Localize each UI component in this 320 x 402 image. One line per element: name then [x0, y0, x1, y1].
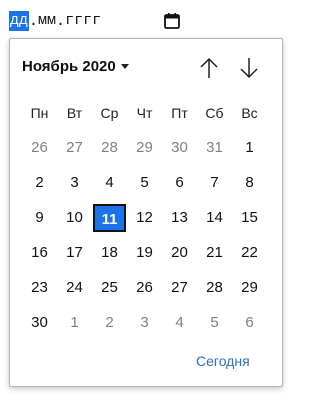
weekday-label: Вс	[241, 105, 258, 121]
weekday-label: Сб	[205, 105, 224, 121]
arrow-up-icon	[200, 57, 218, 78]
day-cell[interactable]: 21	[197, 239, 232, 267]
day-cell[interactable]: 8	[232, 169, 267, 197]
day-cell[interactable]: 6	[232, 309, 267, 337]
year-segment[interactable]: гггг	[65, 11, 101, 31]
day-cell[interactable]: 28	[197, 274, 232, 302]
day-cell[interactable]: 16	[22, 239, 57, 267]
day-cell[interactable]: 30	[22, 309, 57, 337]
day-cell[interactable]: 27	[57, 134, 92, 162]
day-cell[interactable]: 3	[57, 169, 92, 197]
day-cell[interactable]: 19	[127, 239, 162, 267]
day-cell[interactable]: 4	[162, 309, 197, 337]
next-month-button[interactable]	[237, 55, 261, 81]
day-cell[interactable]: 3	[127, 309, 162, 337]
day-cell[interactable]: 29	[127, 134, 162, 162]
day-cell[interactable]: 29	[232, 274, 267, 302]
caret-down-icon	[120, 64, 129, 69]
month-year-selector[interactable]: Ноябрь 2020	[22, 58, 129, 75]
calendar-popup: Ноябрь 2020 Пн Вт Ср Чт Пт Сб Вс 26 27 2…	[9, 38, 283, 387]
day-cell[interactable]: 6	[162, 169, 197, 197]
day-cell[interactable]: 31	[197, 134, 232, 162]
day-cell[interactable]: 10	[57, 204, 92, 232]
day-cell[interactable]: 28	[92, 134, 127, 162]
day-cell[interactable]: 7	[197, 169, 232, 197]
day-cell[interactable]: 1	[57, 309, 92, 337]
day-cell[interactable]: 30	[162, 134, 197, 162]
day-cell[interactable]: 9	[22, 204, 57, 232]
day-cell[interactable]: 23	[22, 274, 57, 302]
day-cell[interactable]: 26	[127, 274, 162, 302]
day-cell[interactable]: 2	[92, 309, 127, 337]
calendar-icon[interactable]	[163, 12, 181, 30]
day-cell[interactable]: 24	[57, 274, 92, 302]
day-cell[interactable]: 26	[22, 134, 57, 162]
month-segment[interactable]: мм	[38, 11, 56, 31]
day-cell[interactable]: 1	[232, 134, 267, 162]
day-cell[interactable]: 5	[127, 169, 162, 197]
day-cell[interactable]: 20	[162, 239, 197, 267]
day-cell[interactable]: 12	[127, 204, 162, 232]
day-cell[interactable]: 2	[22, 169, 57, 197]
calendar-week: 16 17 18 19 20 21 22	[22, 239, 267, 267]
calendar-week: 9 10 11 12 13 14 15	[22, 204, 267, 232]
weekday-label: Чт	[136, 105, 153, 121]
day-cell[interactable]: 22	[232, 239, 267, 267]
date-separator: .	[29, 12, 39, 30]
selected-day-cell[interactable]: 11	[93, 204, 126, 232]
weekday-header: Пн Вт Ср Чт Пт Сб Вс	[22, 105, 267, 123]
calendar-week: 2 3 4 5 6 7 8	[22, 169, 267, 197]
date-separator: .	[56, 12, 66, 30]
today-button[interactable]: Сегодня	[196, 353, 250, 369]
weekday-label: Ср	[100, 105, 119, 121]
weekday-label: Вт	[66, 105, 83, 121]
day-cell[interactable]: 18	[92, 239, 127, 267]
day-cell[interactable]: 27	[162, 274, 197, 302]
day-cell[interactable]: 25	[92, 274, 127, 302]
calendar-week: 30 1 2 3 4 5 6	[22, 309, 267, 337]
day-cell[interactable]: 14	[197, 204, 232, 232]
day-cell[interactable]: 5	[197, 309, 232, 337]
weekday-label: Пт	[171, 105, 188, 121]
day-cell[interactable]: 4	[92, 169, 127, 197]
month-year-label: Ноябрь 2020	[22, 58, 116, 75]
day-cell[interactable]: 13	[162, 204, 197, 232]
calendar-week: 26 27 28 29 30 31 1	[22, 134, 267, 162]
weekday-label: Пн	[30, 105, 49, 121]
calendar-week: 23 24 25 26 27 28 29	[22, 274, 267, 302]
arrow-down-icon	[240, 58, 258, 79]
day-cell[interactable]: 17	[57, 239, 92, 267]
day-cell[interactable]: 15	[232, 204, 267, 232]
day-segment[interactable]: дд	[9, 11, 30, 31]
previous-month-button[interactable]	[197, 55, 221, 81]
